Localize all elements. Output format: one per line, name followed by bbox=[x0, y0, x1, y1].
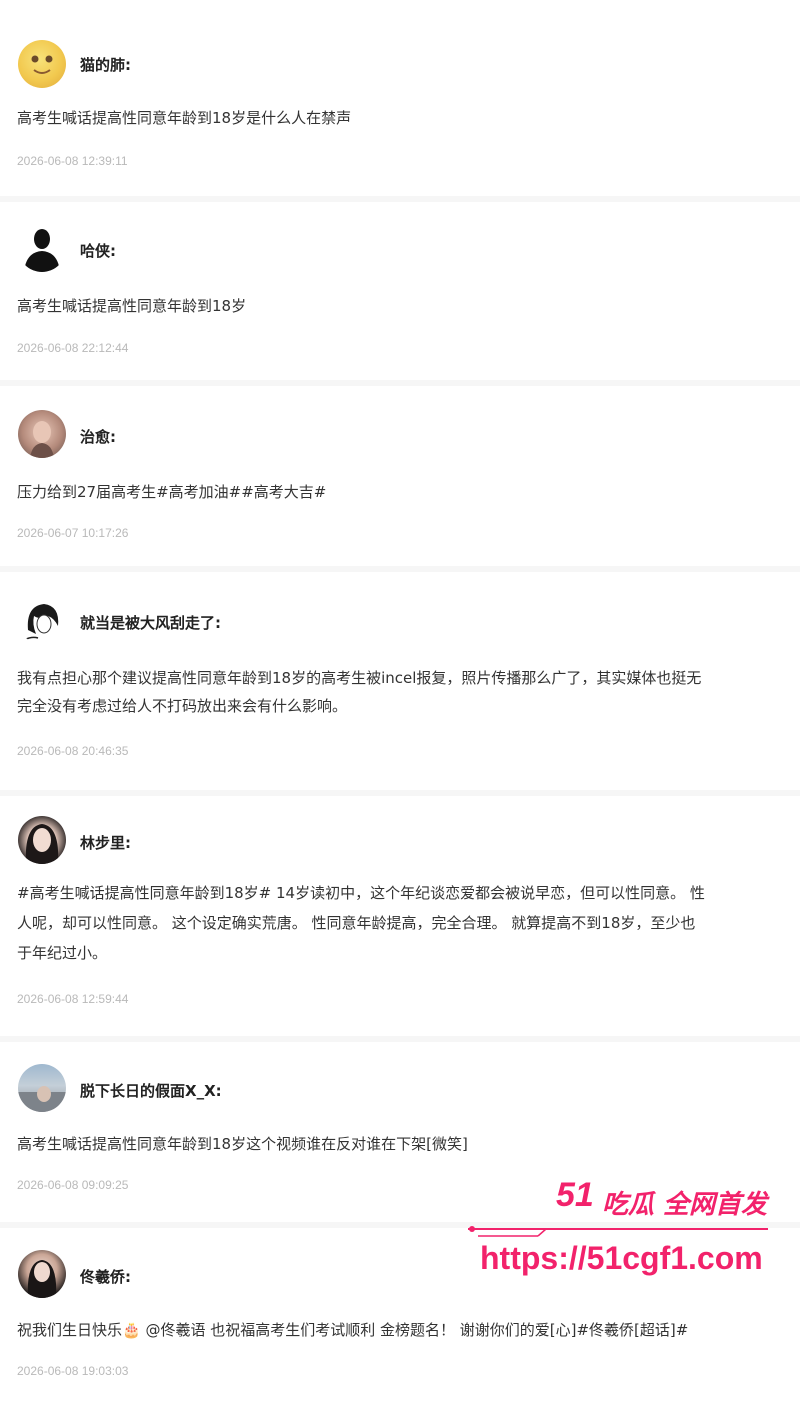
watermark-url: https://51cgf1.com bbox=[480, 1240, 763, 1276]
comment-line: 于年纪过小。 bbox=[17, 944, 108, 962]
watermark: 51 吃瓜 全网首发 https://51cgf1.com bbox=[468, 1172, 800, 1292]
comment-item: 猫的肺: 高考生喊话提高性同意年龄到18岁是什么人在禁声 2026-06-08 … bbox=[0, 0, 800, 200]
comment-username[interactable]: 就当是被大风刮走了: bbox=[80, 612, 221, 633]
watermark-brand: 51 bbox=[556, 1176, 594, 1214]
comment-username[interactable]: 哈侠: bbox=[80, 240, 116, 261]
comment-text: 我有点担心那个建议提高性同意年龄到18岁的高考生被incel报复，照片传播那么广… bbox=[17, 664, 800, 720]
comment-timestamp: 2026-06-08 12:39:11 bbox=[17, 154, 128, 168]
watermark-tagline: 吃瓜 全网首发 bbox=[602, 1190, 768, 1220]
comment-line: #高考生喊话提高性同意年龄到18岁# 14岁读初中，这个年纪谈恋爱都会被说早恋，… bbox=[17, 884, 705, 902]
sketch-avatar-icon[interactable] bbox=[18, 596, 66, 644]
comment-text: #高考生喊话提高性同意年龄到18岁# 14岁读初中，这个年纪谈恋爱都会被说早恋，… bbox=[17, 878, 800, 968]
comment-line: 高考生喊话提高性同意年龄到18岁 bbox=[17, 297, 247, 315]
silhouette-avatar-icon[interactable] bbox=[18, 224, 66, 272]
comment-username[interactable]: 猫的肺: bbox=[80, 54, 131, 75]
comment-item: 就当是被大风刮走了: 我有点担心那个建议提高性同意年龄到18岁的高考生被ince… bbox=[0, 572, 800, 790]
comment-timestamp: 2026-06-08 09:09:25 bbox=[17, 1178, 129, 1192]
comment-item: 林步里: #高考生喊话提高性同意年龄到18岁# 14岁读初中，这个年纪谈恋爱都会… bbox=[0, 796, 800, 1036]
comment-timestamp: 2026-06-08 20:46:35 bbox=[17, 744, 129, 758]
comment-text: 高考生喊话提高性同意年龄到18岁这个视频谁在反对谁在下架[微笑] bbox=[17, 1130, 800, 1158]
comment-text: 压力给到27届高考生#高考加油##高考大吉# bbox=[17, 478, 800, 506]
comment-username[interactable]: 治愈: bbox=[80, 426, 116, 447]
comment-line: 高考生喊话提高性同意年龄到18岁是什么人在禁声 bbox=[17, 109, 352, 127]
comment-timestamp: 2026-06-08 22:12:44 bbox=[17, 341, 129, 355]
comment-text: 高考生喊话提高性同意年龄到18岁是什么人在禁声 bbox=[17, 104, 800, 132]
comment-text: 高考生喊话提高性同意年龄到18岁 bbox=[17, 292, 800, 320]
comment-username[interactable]: 佟羲侨: bbox=[80, 1266, 131, 1287]
comment-timestamp: 2026-06-08 12:59:44 bbox=[17, 992, 129, 1006]
comment-line: 我有点担心那个建议提高性同意年龄到18岁的高考生被incel报复，照片传播那么广… bbox=[17, 669, 702, 687]
photo-avatar-icon[interactable] bbox=[18, 816, 66, 864]
comment-item: 哈侠: 高考生喊话提高性同意年龄到18岁 2026-06-08 22:12:44 bbox=[0, 202, 800, 382]
comment-timestamp: 2026-06-07 10:17:26 bbox=[17, 526, 129, 540]
comment-username[interactable]: 脱下长日的假面X_X: bbox=[80, 1080, 222, 1101]
comment-line: 祝我们生日快乐🎂 @佟羲语 也祝福高考生们考试顺利 金榜题名！ 谢谢你们的爱[心… bbox=[17, 1321, 689, 1339]
comment-item: 治愈: 压力给到27届高考生#高考加油##高考大吉# 2026-06-07 10… bbox=[0, 386, 800, 566]
comment-line: 人呢，却可以性同意。 这个设定确实荒唐。 性同意年龄提高，完全合理。 就算提高不… bbox=[17, 914, 696, 932]
photo-avatar-icon[interactable] bbox=[18, 410, 66, 458]
comment-line: 高考生喊话提高性同意年龄到18岁这个视频谁在反对谁在下架[微笑] bbox=[17, 1135, 468, 1153]
comment-username[interactable]: 林步里: bbox=[80, 832, 131, 853]
photo-avatar-icon[interactable] bbox=[18, 1250, 66, 1298]
comment-timestamp: 2026-06-08 19:03:03 bbox=[17, 1364, 129, 1378]
cat-avatar-icon[interactable] bbox=[18, 40, 66, 88]
comment-text: 祝我们生日快乐🎂 @佟羲语 也祝福高考生们考试顺利 金榜题名！ 谢谢你们的爱[心… bbox=[17, 1316, 800, 1344]
photo-avatar-icon[interactable] bbox=[18, 1064, 66, 1112]
comment-line: 压力给到27届高考生#高考加油##高考大吉# bbox=[17, 483, 327, 501]
comment-line: 完全没有考虑过给人不打码放出来会有什么影响。 bbox=[17, 697, 348, 715]
